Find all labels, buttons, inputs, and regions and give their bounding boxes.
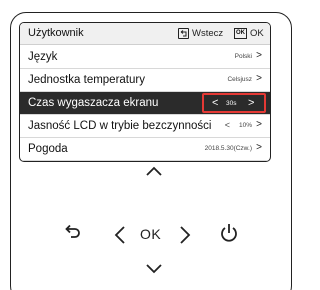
menu-item-label: Język: [28, 51, 58, 63]
menu-item-value: 2018.5.30(Czw.): [204, 145, 252, 152]
chevron-right-icon: >: [256, 50, 262, 61]
menu-item-label: Pogoda: [28, 143, 68, 155]
menu-item-label: Czas wygaszacza ekranu: [28, 97, 159, 109]
menu-item-screensaver-time[interactable]: Czas wygaszacza ekranu < 30s >: [20, 92, 270, 115]
chevron-left-icon: <: [212, 97, 219, 109]
value-selector[interactable]: < 30s >: [202, 93, 266, 113]
up-arrow-button[interactable]: [145, 164, 163, 178]
menu-item-lcd-brightness[interactable]: Jasność LCD w trybie bezczynności < 10% …: [20, 115, 270, 138]
left-arrow-button[interactable]: [113, 224, 127, 250]
chevron-right-icon: >: [256, 142, 262, 153]
power-button[interactable]: [219, 222, 239, 244]
menu-item-value-left-arrow: <: [224, 120, 230, 130]
chevron-right-icon: >: [248, 97, 255, 109]
menu-item-label: Jasność LCD w trybie bezczynności: [28, 120, 212, 132]
chevron-right-icon: >: [256, 119, 262, 130]
menu-item-language[interactable]: Język Polski >: [20, 46, 270, 69]
ok-button[interactable]: OK: [140, 226, 161, 242]
menu-item-value: Polski: [234, 53, 252, 60]
lcd-screen: Użytkownik Wstecz OK OK Język Polski > J…: [19, 22, 271, 162]
menu-item-weather[interactable]: Pogoda 2018.5.30(Czw.) >: [20, 138, 270, 161]
back-button[interactable]: [62, 222, 82, 242]
down-arrow-button[interactable]: [145, 262, 163, 276]
back-hint-icon: [178, 28, 189, 39]
menu-item-label: Jednostka temperatury: [28, 74, 145, 86]
back-hint-label: Wstecz: [192, 28, 224, 39]
ok-hint-label: OK: [250, 28, 264, 39]
right-arrow-button[interactable]: [178, 224, 192, 250]
menu-item-value: 30s: [226, 100, 237, 107]
chevron-right-icon: >: [256, 73, 262, 84]
menu-item-value: 10%: [238, 122, 252, 129]
ok-hint-icon: OK: [234, 28, 247, 39]
screen-header: Użytkownik Wstecz OK OK: [20, 23, 270, 45]
menu-item-temperature-unit[interactable]: Jednostka temperatury Celsjusz >: [20, 69, 270, 92]
menu-item-value: Celsjusz: [227, 76, 252, 83]
page-title: Użytkownik: [28, 27, 84, 39]
